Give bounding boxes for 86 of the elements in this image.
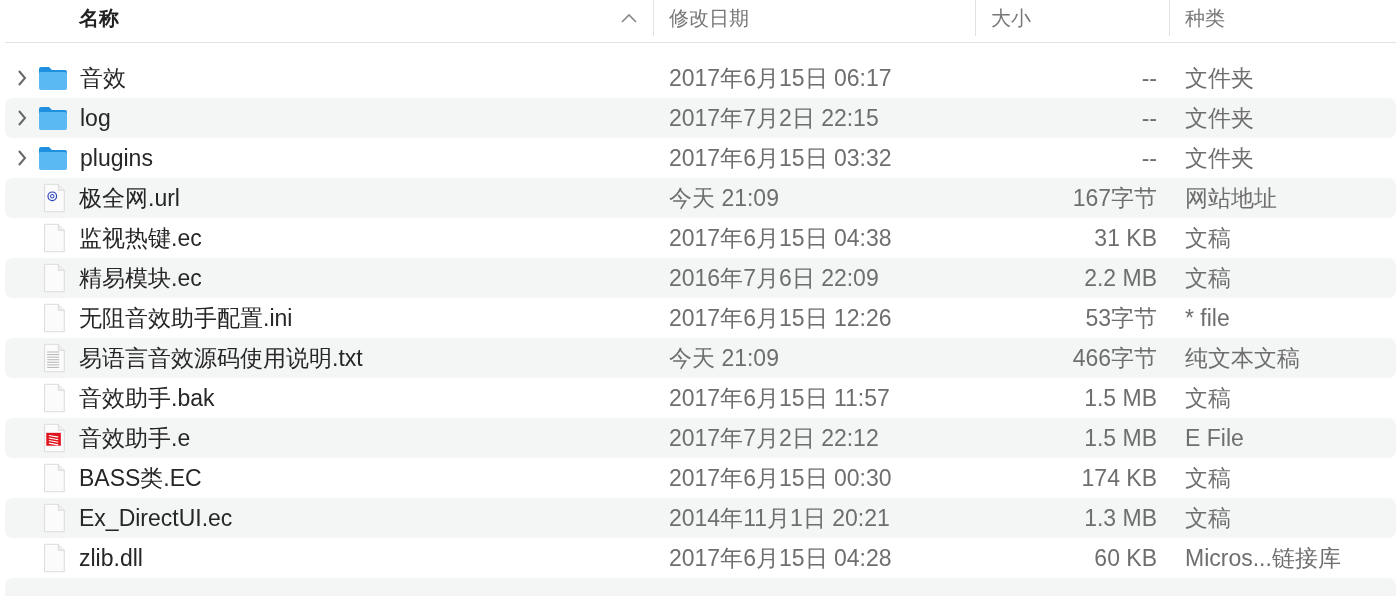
folder-icon <box>38 145 68 171</box>
modified-date: 2017年6月15日 03:32 <box>668 143 893 173</box>
file-row[interactable]: 音效 2017年6月15日 06:17 -- 文件夹 <box>5 58 1396 98</box>
file-row[interactable]: plugins 2017年6月15日 03:32 -- 文件夹 <box>5 138 1396 178</box>
disclosure-chevron-icon[interactable] <box>16 149 28 167</box>
file-size: 174 KB <box>1080 464 1158 492</box>
file-name: 无阻音效助手配置.ini <box>79 303 293 333</box>
file-size: -- <box>1140 144 1158 172</box>
app-file-icon <box>42 423 66 453</box>
sort-chevron-icon <box>621 13 637 23</box>
column-header[interactable]: 种类 <box>1185 4 1225 32</box>
disclosure-chevron-icon[interactable] <box>16 69 28 87</box>
file-size: 167字节 <box>1071 183 1158 213</box>
file-kind: E File <box>1184 424 1245 452</box>
file-size: 31 KB <box>1093 224 1158 252</box>
file-size: -- <box>1140 104 1158 132</box>
column-header[interactable]: 名称 <box>79 4 119 32</box>
modified-date: 2016年7月6日 22:09 <box>668 263 880 293</box>
document-icon <box>42 463 66 493</box>
text-file-icon <box>42 343 66 373</box>
document-icon <box>42 503 66 533</box>
file-kind: 文件夹 <box>1184 63 1255 93</box>
file-row[interactable]: 精易模块.ec 2016年7月6日 22:09 2.2 MB 文稿 <box>5 258 1396 298</box>
file-name: 音效助手.e <box>79 423 191 453</box>
document-icon <box>42 223 66 253</box>
folder-icon <box>38 105 68 131</box>
file-name: 精易模块.ec <box>79 263 202 293</box>
modified-date: 2017年6月15日 00:30 <box>668 463 893 493</box>
modified-date: 2017年6月15日 04:28 <box>668 543 893 573</box>
file-row[interactable]: 极全网.url 今天 21:09 167字节 网站地址 <box>5 178 1396 218</box>
file-row[interactable]: BASS类.EC 2017年6月15日 00:30 174 KB 文稿 <box>5 458 1396 498</box>
modified-date: 今天 21:09 <box>668 343 780 373</box>
file-kind: 文稿 <box>1184 503 1232 533</box>
modified-date: 2017年6月15日 12:26 <box>668 303 893 333</box>
file-row[interactable]: 无阻音效助手配置.ini 2017年6月15日 12:26 53字节 * file <box>5 298 1396 338</box>
file-size: 1.5 MB <box>1083 424 1158 452</box>
document-icon <box>42 303 66 333</box>
file-name: log <box>80 104 111 132</box>
file-name: BASS类.EC <box>79 463 202 493</box>
file-row[interactable]: 音效助手.e 2017年7月2日 22:12 1.5 MB E File <box>5 418 1396 458</box>
file-name: 音效助手.bak <box>79 383 215 413</box>
document-icon <box>42 263 66 293</box>
file-row[interactable]: 易语言音效源码使用说明.txt 今天 21:09 466字节 纯文本文稿 <box>5 338 1396 378</box>
file-name: 音效 <box>80 63 126 93</box>
file-kind: 文稿 <box>1184 223 1232 253</box>
file-kind: Micros...链接库 <box>1184 543 1342 573</box>
modified-date: 2017年6月15日 04:38 <box>668 223 893 253</box>
modified-date: 今天 21:09 <box>668 183 780 213</box>
file-kind: 文稿 <box>1184 263 1232 293</box>
file-size: 1.5 MB <box>1083 384 1158 412</box>
file-name: 极全网.url <box>79 183 180 213</box>
file-kind: 文件夹 <box>1184 103 1255 133</box>
file-row[interactable]: log 2017年7月2日 22:15 -- 文件夹 <box>5 98 1396 138</box>
column-header[interactable]: 修改日期 <box>669 4 749 32</box>
file-kind: * file <box>1184 304 1231 332</box>
file-size: 60 KB <box>1093 544 1158 572</box>
file-name: zlib.dll <box>79 544 143 572</box>
file-kind: 文稿 <box>1184 463 1232 493</box>
file-name: 监视热键.ec <box>79 223 202 253</box>
modified-date: 2017年7月2日 22:12 <box>668 423 880 453</box>
modified-date: 2017年6月15日 06:17 <box>668 63 893 93</box>
file-name: 易语言音效源码使用说明.txt <box>79 343 363 373</box>
file-kind: 文件夹 <box>1184 143 1255 173</box>
document-icon <box>42 543 66 573</box>
file-kind: 网站地址 <box>1184 183 1278 213</box>
file-row[interactable]: zlib.dll 2017年6月15日 04:28 60 KB Micros...链接库 <box>5 538 1396 578</box>
modified-date: 2014年11月1日 20:21 <box>668 503 891 533</box>
modified-date: 2017年7月2日 22:15 <box>668 103 880 133</box>
modified-date: 2017年6月15日 11:57 <box>668 383 891 413</box>
file-kind: 文稿 <box>1184 383 1232 413</box>
file-name: plugins <box>80 144 153 172</box>
column-header[interactable]: 大小 <box>991 4 1031 32</box>
file-size: 53字节 <box>1084 303 1158 333</box>
folder-icon <box>38 65 68 91</box>
file-kind: 纯文本文稿 <box>1184 343 1301 373</box>
file-row[interactable]: 监视热键.ec 2017年6月15日 04:38 31 KB 文稿 <box>5 218 1396 258</box>
file-name: Ex_DirectUI.ec <box>79 504 233 532</box>
disclosure-chevron-icon[interactable] <box>16 109 28 127</box>
document-icon <box>42 383 66 413</box>
file-size: 466字节 <box>1071 343 1158 373</box>
file-row[interactable]: Ex_DirectUI.ec 2014年11月1日 20:21 1.3 MB 文稿 <box>5 498 1396 538</box>
file-size: 1.3 MB <box>1083 504 1158 532</box>
file-size: 2.2 MB <box>1083 264 1158 292</box>
link-file-icon <box>42 183 66 213</box>
file-row[interactable]: 音效助手.bak 2017年6月15日 11:57 1.5 MB 文稿 <box>5 378 1396 418</box>
file-size: -- <box>1140 64 1158 92</box>
